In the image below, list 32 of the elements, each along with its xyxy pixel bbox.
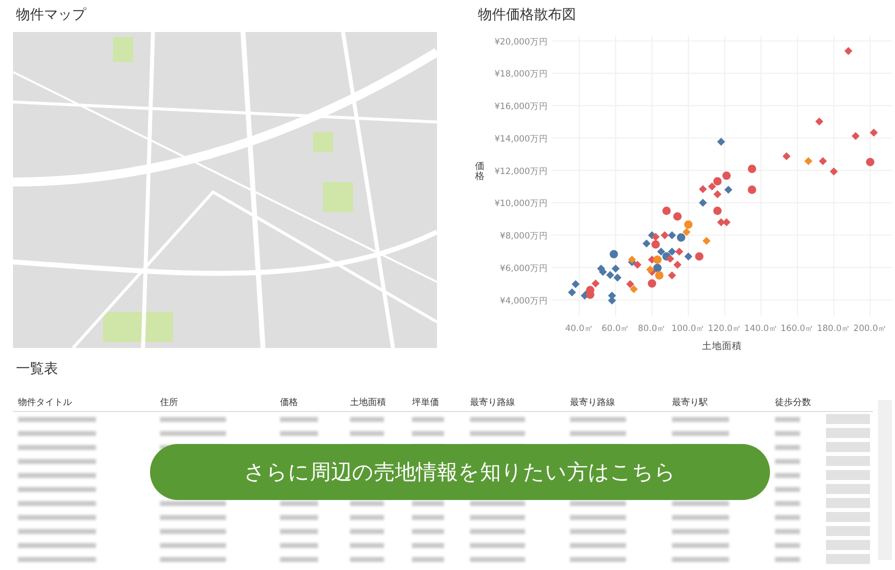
tick-label: ¥12,000万円 xyxy=(494,166,548,177)
tick-label: 120.0㎡ xyxy=(708,324,742,334)
tick-label: 40.0㎡ xyxy=(565,324,594,334)
column-header: 物件タイトル xyxy=(18,396,73,409)
tick-label: 80.0㎡ xyxy=(638,324,666,334)
panel-title: 物件マップ xyxy=(15,6,86,25)
tick-label: ¥16,000万円 xyxy=(494,102,548,112)
link-banner[interactable]: さらに周辺の売地情報を知りたい方はこちら xyxy=(150,444,770,500)
tick-label: ¥14,000万円 xyxy=(494,134,548,144)
column-header: 坪単価 xyxy=(412,396,440,409)
panel-title: 一覧表 xyxy=(15,360,58,379)
column-header: 住所 xyxy=(160,396,179,409)
axis-title: 土地面積 xyxy=(702,341,742,352)
column-header: 土地面積 xyxy=(350,396,387,409)
tick-label: 100.0㎡ xyxy=(672,324,706,334)
tick-label: ¥10,000万円 xyxy=(494,199,548,210)
tick-label: ¥18,000万円 xyxy=(494,70,548,80)
tick-label: 60.0㎡ xyxy=(602,324,630,334)
tick-label: 180.0㎡ xyxy=(817,324,851,334)
tick-label: 140.0㎡ xyxy=(744,324,778,334)
tick-label: 200.0㎡ xyxy=(853,324,887,334)
column-header: 最寄り路線 xyxy=(570,396,616,409)
column-header: 価格 xyxy=(280,396,299,409)
column-header: 徒歩分数 xyxy=(775,396,812,409)
panel-title: 物件価格散布図 xyxy=(477,6,576,25)
tick-label: 160.0㎡ xyxy=(780,324,814,334)
column-header: 最寄り路線 xyxy=(470,396,516,409)
column-header: 最寄り駅 xyxy=(672,396,709,409)
tick-label: ¥4,000万円 xyxy=(500,296,548,306)
tick-label: ¥20,000万円 xyxy=(494,37,548,48)
tick-label: ¥8,000万円 xyxy=(500,232,548,242)
tick-label: ¥6,000万円 xyxy=(500,264,548,274)
